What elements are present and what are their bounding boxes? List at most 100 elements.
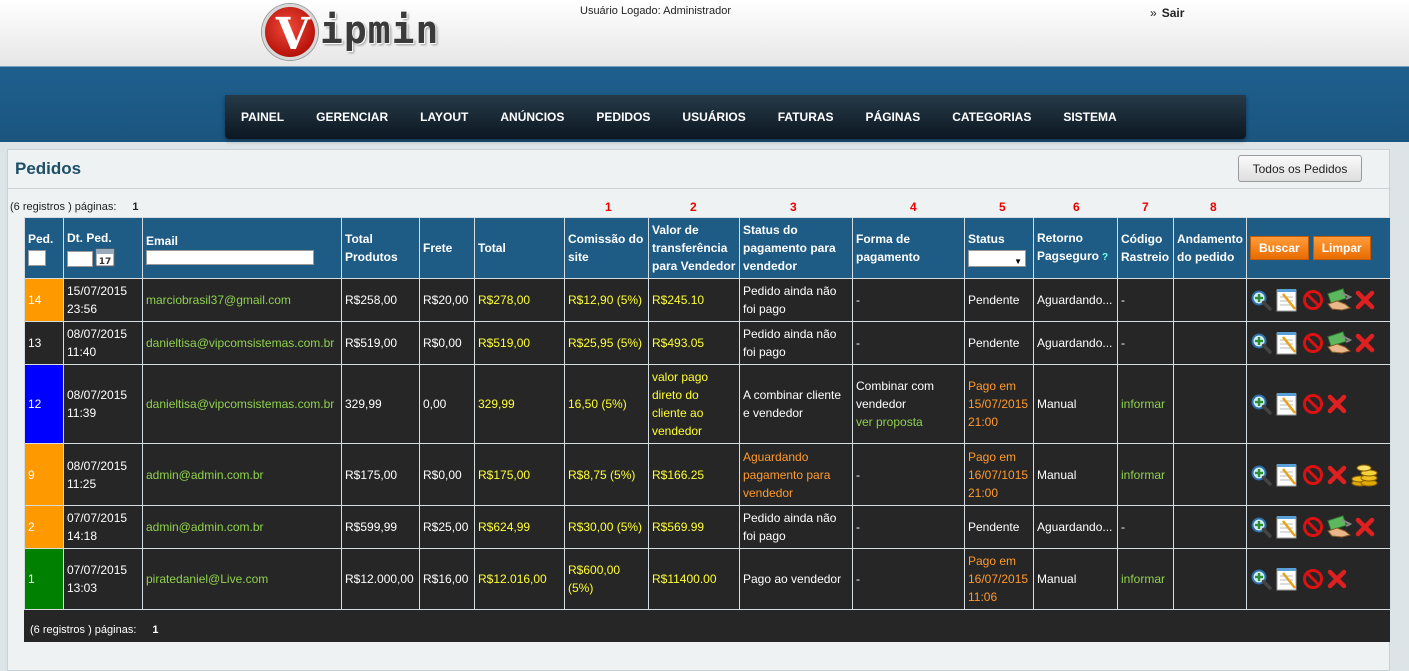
help-icon[interactable]: ?: [1102, 252, 1108, 263]
delete-x-icon[interactable]: [1326, 464, 1348, 486]
order-valor-transferencia: R$245.10: [648, 278, 740, 322]
edit-notepad-icon[interactable]: [1274, 566, 1300, 592]
block-icon[interactable]: [1302, 568, 1324, 590]
view-magnifier-icon[interactable]: [1250, 516, 1272, 538]
nav-categorias[interactable]: CATEGORIAS: [952, 110, 1031, 124]
order-andamento: [1173, 278, 1247, 322]
col-comissao: Comissão do site: [564, 217, 649, 279]
order-email[interactable]: piratedaniel@Live.com: [142, 548, 342, 610]
col-valor-transferencia: Valor de transferência para Vendedor: [648, 217, 740, 279]
order-andamento: [1173, 443, 1247, 506]
order-forma-pagamento: -: [852, 505, 965, 549]
order-status-pagamento: Aguardando pagamento para vendedor: [739, 443, 853, 506]
payment-hand-icon[interactable]: [1326, 331, 1353, 355]
divider: [8, 188, 1391, 189]
delete-x-icon[interactable]: [1326, 568, 1348, 590]
payment-hand-icon[interactable]: [1326, 515, 1353, 539]
top-header: V ipmin Usuário Logado: Administrador » S…: [0, 0, 1409, 66]
pagination-page[interactable]: 1: [152, 624, 158, 636]
order-comissao: R$30,00 (5%): [564, 505, 649, 549]
main-nav: PAINEL GERENCIAR LAYOUT ANÚNCIOS PEDIDOS…: [225, 95, 1246, 139]
block-icon[interactable]: [1302, 289, 1324, 311]
block-icon[interactable]: [1302, 332, 1324, 354]
order-id[interactable]: 13: [24, 321, 64, 365]
view-magnifier-icon[interactable]: [1250, 464, 1272, 486]
delete-x-icon[interactable]: [1354, 516, 1376, 538]
order-retorno: Manual: [1033, 364, 1118, 444]
order-date-time: 13:03: [67, 581, 98, 595]
delete-x-icon[interactable]: [1354, 332, 1376, 354]
nav-gerenciar[interactable]: GERENCIAR: [316, 110, 388, 124]
order-andamento: [1173, 505, 1247, 549]
edit-notepad-icon[interactable]: [1274, 514, 1300, 540]
order-codigo[interactable]: informar: [1117, 443, 1174, 506]
order-forma-text: -: [856, 293, 860, 307]
order-date-time: 11:25: [67, 476, 97, 491]
col-andamento: Andamento do pedido: [1173, 217, 1247, 279]
order-id[interactable]: 9: [24, 443, 64, 506]
order-id[interactable]: 1: [24, 548, 64, 610]
delete-x-icon[interactable]: [1326, 393, 1348, 415]
order-total-produtos: 329,99: [341, 364, 420, 444]
order-id[interactable]: 12: [24, 364, 64, 444]
block-icon[interactable]: [1302, 393, 1324, 415]
column-number: 6: [1073, 200, 1080, 214]
nav-layout[interactable]: LAYOUT: [420, 110, 468, 124]
order-email[interactable]: admin@admin.com.br: [142, 505, 342, 549]
edit-notepad-icon[interactable]: [1274, 462, 1300, 488]
block-icon[interactable]: [1302, 464, 1324, 486]
order-id[interactable]: 2: [24, 505, 64, 549]
order-email[interactable]: admin@admin.com.br: [142, 443, 342, 506]
pagination-page[interactable]: 1: [132, 201, 138, 213]
order-codigo[interactable]: informar: [1117, 364, 1174, 444]
order-codigo[interactable]: informar: [1117, 548, 1174, 610]
delete-x-icon[interactable]: [1354, 289, 1376, 311]
order-email[interactable]: marciobrasil37@gmail.com: [142, 278, 342, 322]
search-button[interactable]: Buscar: [1250, 236, 1309, 260]
nav-faturas[interactable]: FATURAS: [778, 110, 834, 124]
clear-button[interactable]: Limpar: [1312, 236, 1371, 260]
order-email[interactable]: danieltisa@vipcomsistemas.com.br: [142, 364, 342, 444]
view-proposal-link[interactable]: ver proposta: [856, 413, 961, 431]
block-icon[interactable]: [1302, 516, 1324, 538]
order-id[interactable]: 14: [24, 278, 64, 322]
ped-filter-input[interactable]: [28, 250, 46, 266]
nav-paginas[interactable]: PÁGINAS: [866, 110, 921, 124]
logout-link[interactable]: » Sair: [1150, 6, 1184, 20]
calendar-icon[interactable]: 17: [95, 247, 115, 267]
nav-pedidos[interactable]: PEDIDOS: [596, 110, 650, 124]
view-magnifier-icon[interactable]: [1250, 568, 1272, 590]
nav-usuarios[interactable]: USUÁRIOS: [682, 110, 745, 124]
order-valor-transferencia: R$166.25: [648, 443, 740, 506]
edit-notepad-icon[interactable]: [1274, 287, 1300, 313]
view-magnifier-icon[interactable]: [1250, 332, 1272, 354]
view-magnifier-icon[interactable]: [1250, 289, 1272, 311]
column-number: 7: [1142, 200, 1149, 214]
nav-anuncios[interactable]: ANÚNCIOS: [500, 110, 564, 124]
order-email[interactable]: danieltisa@vipcomsistemas.com.br: [142, 321, 342, 365]
order-frete: R$25,00: [419, 505, 475, 549]
status-filter-select[interactable]: [968, 249, 1026, 271]
all-orders-button[interactable]: Todos os Pedidos: [1238, 155, 1362, 182]
pagination-bottom: (6 registros ) páginas: 1: [30, 624, 159, 636]
email-filter-input[interactable]: [146, 249, 314, 265]
vipmin-logo[interactable]: V ipmin: [262, 2, 452, 62]
col-total-produtos: Total Produtos: [341, 217, 420, 279]
column-number: 2: [690, 200, 697, 214]
order-frete: 0,00: [419, 364, 475, 444]
table-row: 2 07/07/2015 14:18 admin@admin.com.br R$5…: [24, 505, 1391, 549]
edit-notepad-icon[interactable]: [1274, 391, 1300, 417]
order-frete: R$0,00: [419, 443, 475, 506]
column-number: 4: [910, 200, 917, 214]
order-total-produtos: R$258,00: [341, 278, 420, 322]
col-status-pagamento: Status do pagamento para vendedor: [739, 217, 853, 279]
coins-icon[interactable]: [1350, 461, 1378, 489]
edit-notepad-icon[interactable]: [1274, 330, 1300, 356]
view-magnifier-icon[interactable]: [1250, 393, 1272, 415]
nav-painel[interactable]: PAINEL: [241, 110, 284, 124]
pagination-label: (6 registros ) páginas:: [30, 624, 137, 636]
nav-sistema[interactable]: SISTEMA: [1063, 110, 1116, 124]
date-filter-input[interactable]: [67, 251, 93, 267]
payment-hand-icon[interactable]: [1326, 288, 1353, 312]
col-frete: Frete: [419, 217, 475, 279]
